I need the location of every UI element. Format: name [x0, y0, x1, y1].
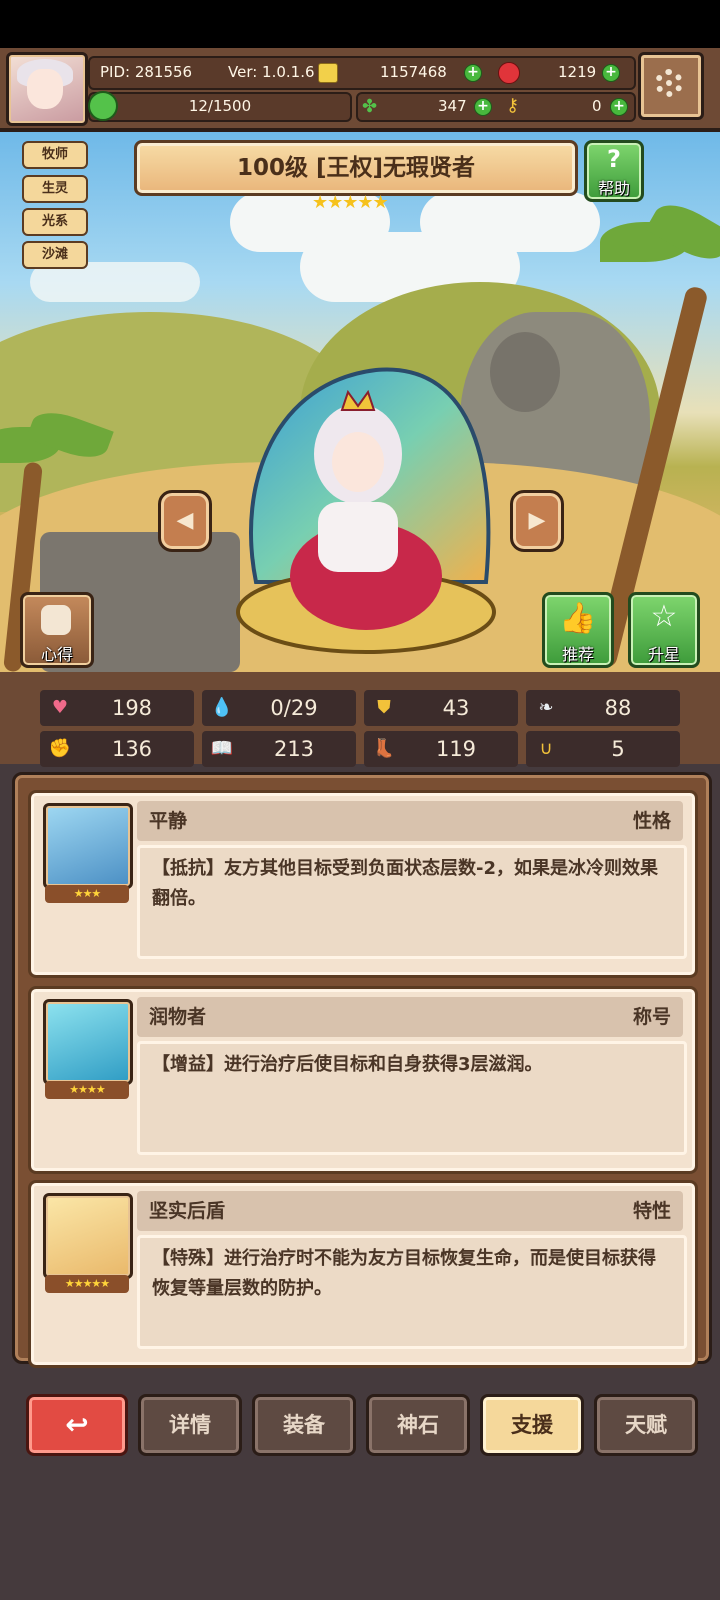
add-gold-button[interactable]: + [464, 64, 482, 82]
hero-title: 100级 [王权]无瑕贤者 [134, 140, 578, 196]
stat-cell: ✊ 136 [40, 731, 194, 767]
card-description: 【特殊】进行治疗时不能为友方目标恢复生命，而是使目标获得恢复等量层数的防护。 [137, 1235, 687, 1349]
stamina-bar: 12/1500 [88, 91, 352, 122]
player-avatar[interactable] [6, 52, 88, 126]
add-ruby-button[interactable]: + [602, 64, 620, 82]
stat-cell: 👢 119 [364, 731, 518, 767]
stat-cell: ⛊ 43 [364, 690, 518, 726]
help-button[interactable]: ? 帮助 [584, 140, 644, 202]
card-name: 平静 [149, 810, 188, 832]
card-description: 【增益】进行治疗后使目标和自身获得3层滋润。 [137, 1041, 687, 1155]
key-amount: 0 [592, 97, 602, 115]
stat-cell: 💧 0/29 [202, 690, 356, 726]
key-icon: ⚷ [506, 95, 520, 116]
stat-cell: ∪ 5 [526, 731, 680, 767]
stat-value: 5 [611, 737, 625, 761]
support-card-trait[interactable]: ★★★★★ 坚实后盾 特性 【特殊】进行治疗时不能为友方目标恢复生命，而是使目标… [28, 1180, 698, 1368]
chevron-right-icon: ▶ [528, 508, 546, 533]
secondary-resource-bar: ✤ 347 + ⚷ 0 + [356, 92, 636, 122]
card-name: 坚实后盾 [149, 1200, 226, 1222]
add-key-button[interactable]: + [610, 98, 628, 116]
water-drop-icon: 💧 [210, 697, 234, 718]
hero-star-rating: ★★★★★ [312, 192, 389, 213]
card-description: 【抵抗】友方其他目标受到负面状态层数-2，如果是冰冷则效果翻倍。 [137, 845, 687, 959]
card-portrait [43, 803, 133, 889]
ruby-amount: 1219 [558, 63, 597, 81]
card-star-rating: ★★★ [45, 885, 129, 903]
card-portrait [43, 1193, 133, 1279]
stat-value: 88 [604, 696, 632, 720]
pid-label: PID: 281556 [100, 63, 193, 81]
stat-value: 213 [273, 737, 315, 761]
tab-details[interactable]: 详情 [138, 1394, 242, 1456]
wing-icon: ❧ [538, 697, 554, 718]
stat-value: 136 [111, 737, 153, 761]
tab-god-stone[interactable]: 神石 [366, 1394, 470, 1456]
book-icon: 📖 [210, 738, 234, 759]
gold-amount: 1157468 [380, 63, 447, 81]
support-card-title[interactable]: ★★★★ 润物者 称号 【增益】进行治疗后使目标和自身获得3层滋润。 [28, 986, 698, 1174]
card-header: 平静 性格 [137, 801, 683, 841]
support-card-personality[interactable]: ★★★ 平静 性格 【抵抗】友方其他目标受到负面状态层数-2，如果是冰冷则效果翻… [28, 790, 698, 978]
star-up-button[interactable]: ☆ 升星 [628, 592, 700, 668]
card-type: 特性 [632, 1200, 671, 1222]
hero-character-sprite [236, 362, 498, 656]
fist-icon: ✊ [48, 738, 72, 759]
card-type: 性格 [632, 810, 671, 832]
card-portrait [43, 999, 133, 1085]
stat-value: 119 [435, 737, 477, 761]
card-name: 润物者 [149, 1006, 207, 1028]
clover-amount: 347 [438, 97, 467, 115]
status-bar [0, 0, 720, 48]
stat-value: 198 [111, 696, 153, 720]
next-hero-button[interactable]: ▶ [510, 490, 564, 552]
notes-button[interactable]: 心得 [20, 592, 94, 668]
info-bar: PID: 281556 Ver: 1.0.1.6 1157468 + 1219 … [88, 56, 636, 90]
recommend-button[interactable]: 👍 推荐 [542, 592, 614, 668]
gear-icon [655, 69, 683, 97]
back-button[interactable]: ↩ [26, 1394, 128, 1456]
stat-cell: ❧ 88 [526, 690, 680, 726]
star-icon: ☆ [650, 599, 678, 634]
previous-hero-button[interactable]: ◀ [158, 490, 212, 552]
tab-support[interactable]: 支援 [480, 1394, 584, 1456]
boot-icon: 👢 [372, 738, 396, 759]
stat-value: 0/29 [270, 696, 318, 720]
add-clover-button[interactable]: + [474, 98, 492, 116]
shield-icon: ⛊ [377, 697, 391, 718]
card-star-rating: ★★★★★ [45, 1275, 129, 1293]
stat-value: 43 [442, 696, 470, 720]
gold-coin-icon [318, 63, 338, 83]
card-header: 坚实后盾 特性 [137, 1191, 683, 1231]
card-type: 称号 [632, 1006, 671, 1028]
tag-biome: 沙滩 [22, 241, 88, 269]
settings-button[interactable] [638, 52, 704, 120]
card-header: 润物者 称号 [137, 997, 683, 1037]
horseshoe-icon: ∪ [539, 738, 553, 759]
notes-icon [41, 605, 71, 635]
tag-element: 光系 [22, 208, 88, 236]
tab-equipment[interactable]: 装备 [252, 1394, 356, 1456]
heart-icon: ♥ [51, 697, 69, 718]
tag-race: 生灵 [22, 175, 88, 203]
ruby-icon [498, 62, 520, 84]
tag-class: 牧师 [22, 141, 88, 169]
card-star-rating: ★★★★ [45, 1081, 129, 1099]
clover-icon: ✤ [362, 96, 378, 117]
stat-cell: 📖 213 [202, 731, 356, 767]
thumbs-up-icon: 👍 [559, 601, 597, 636]
version-label: Ver: 1.0.1.6 [228, 63, 315, 81]
stat-cell: ♥ 198 [40, 690, 194, 726]
chevron-left-icon: ◀ [176, 508, 194, 533]
stamina-value: 12/1500 [188, 97, 252, 115]
tab-talent[interactable]: 天赋 [594, 1394, 698, 1456]
question-icon: ? [607, 145, 621, 173]
